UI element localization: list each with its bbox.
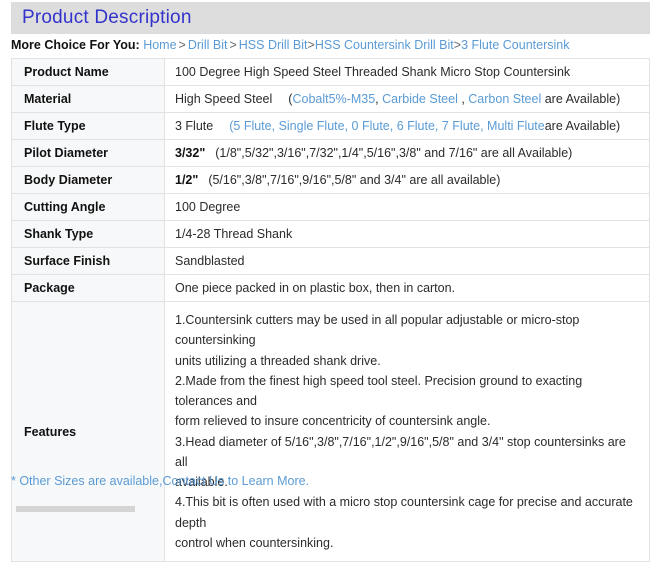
options-tail: are Available): [541, 92, 621, 106]
option-link[interactable]: 0 Flute: [352, 119, 390, 133]
table-row: Surface Finish Sandblasted: [11, 247, 650, 275]
spec-value-cell: Sandblasted: [164, 247, 650, 275]
spec-value-main: High Speed Steel: [175, 92, 273, 106]
option-separator: ,: [389, 119, 397, 133]
option-link[interactable]: 7 Flute: [442, 119, 480, 133]
section-header-band: Product Description: [11, 2, 650, 34]
features-value-cell: 1.Countersink cutters may be used in all…: [164, 301, 650, 562]
breadcrumb-link-1[interactable]: Home: [143, 38, 176, 52]
option-link[interactable]: Carbon Steel: [468, 92, 541, 106]
feature-line: control when countersinking.: [175, 535, 334, 550]
spec-label-cell: Shank Type: [11, 220, 165, 248]
feature-line: units utilizing a threaded shank drive.: [175, 353, 381, 368]
feature-line: 3.Head diameter of 5/16",3/8",7/16",1/2"…: [175, 434, 626, 469]
option-link[interactable]: Carbide Steel: [382, 92, 461, 106]
spec-label-cell: Cutting Angle: [11, 193, 165, 221]
breadcrumb-separator: >: [307, 38, 315, 52]
breadcrumb-link-5[interactable]: 3 Flute Countersink: [461, 38, 569, 52]
option-separator: ,: [271, 119, 279, 133]
table-row: Material High Speed Steel (Cobalt5%-M35, C…: [11, 85, 650, 113]
spec-value-main: 3 Flute: [175, 119, 214, 133]
spec-label-cell: Package: [11, 274, 165, 302]
table-row: Cutting Angle 100 Degree: [11, 193, 650, 221]
table-row: Flute Type 3 Flute (5 Flute, Single Flute,…: [11, 112, 650, 140]
spec-value-primary: 3/32": [175, 146, 206, 160]
spec-label-cell: Product Name: [11, 58, 165, 86]
footer-note: * Other Sizes are available,Contact Us t…: [11, 474, 309, 488]
spec-value-note: (1/8",5/32",3/16",7/32",1/4",5/16",3/8" …: [215, 146, 573, 160]
spec-value-cell: 100 Degree High Speed Steel Threaded Sha…: [164, 58, 650, 86]
breadcrumb-label: More Choice For You:: [11, 38, 140, 52]
option-link[interactable]: Single Flute: [279, 119, 345, 133]
spec-value-cell: High Speed Steel (Cobalt5%-M35, Carbide S…: [164, 85, 650, 113]
breadcrumb-link-2[interactable]: Drill Bit: [188, 38, 228, 52]
table-row: Pilot Diameter 3/32" (1/8",5/32",3/16",7/3…: [11, 139, 650, 167]
spec-label-cell: Material: [11, 85, 165, 113]
option-separator: ,: [344, 119, 352, 133]
table-row: Product Name 100 Degree High Speed Steel …: [11, 58, 650, 86]
option-link[interactable]: Cobalt5%-M35: [292, 92, 375, 106]
breadcrumb: More Choice For You: Home > Drill Bit > HSS …: [11, 38, 650, 52]
feature-line: form relieved to insure concentricity of…: [175, 414, 491, 429]
feature-line: 4.This bit is often used with a micro st…: [175, 495, 633, 530]
options-tail: are Available): [544, 119, 621, 133]
spec-value-primary: 1/2": [175, 173, 199, 187]
spec-value-cell: 1/2" (5/16",3/8",7/16",9/16",5/8" and 3/4…: [164, 166, 650, 194]
option-link[interactable]: 5 Flute: [233, 119, 271, 133]
breadcrumb-separator: >: [229, 38, 237, 52]
page-title: Product Description: [22, 7, 192, 28]
feature-line: 2.Made from the finest high speed tool s…: [175, 373, 583, 408]
features-label-cell: Features: [11, 301, 165, 562]
spec-value-cell: 3 Flute (5 Flute, Single Flute, 0 Flute, …: [164, 112, 650, 140]
spec-label-cell: Pilot Diameter: [11, 139, 165, 167]
spec-value-cell: 100 Degree: [164, 193, 650, 221]
option-separator: ,: [480, 119, 488, 133]
spec-value-note: (5/16",3/8",7/16",9/16",5/8" and 3/4" ar…: [208, 173, 501, 187]
breadcrumb-links: Home > Drill Bit > HSS Drill Bit>HSS Counter…: [143, 38, 569, 52]
table-row-features: Features 1.Countersink cutters may be use…: [11, 301, 650, 562]
spec-label-cell: Body Diameter: [11, 166, 165, 194]
option-link[interactable]: 6 Flute: [397, 119, 435, 133]
breadcrumb-link-4[interactable]: HSS Countersink Drill Bit: [315, 38, 454, 52]
other-sizes-link[interactable]: * Other Sizes are available,Contact Us t…: [11, 474, 309, 488]
spec-value-cell: 1/4-28 Thread Shank: [164, 220, 650, 248]
spec-label-cell: Flute Type: [11, 112, 165, 140]
spec-value-cell: One piece packed in on plastic box, then…: [164, 274, 650, 302]
spec-label-cell: Surface Finish: [11, 247, 165, 275]
option-separator: ,: [434, 119, 442, 133]
table-row: Package One piece packed in on plastic bo…: [11, 274, 650, 302]
spec-value-cell: 3/32" (1/8",5/32",3/16",7/32",1/4",5/16",…: [164, 139, 650, 167]
bottom-progress-bar: [16, 506, 135, 512]
breadcrumb-separator: >: [453, 38, 462, 52]
table-row: Body Diameter 1/2" (5/16",3/8",7/16",9/16"…: [11, 166, 650, 194]
breadcrumb-separator: >: [178, 38, 186, 52]
option-link[interactable]: Multi Flute: [487, 119, 545, 133]
breadcrumb-link-3[interactable]: HSS Drill Bit: [239, 38, 308, 52]
feature-line: 1.Countersink cutters may be used in all…: [175, 313, 580, 348]
table-row: Shank Type 1/4-28 Thread Shank: [11, 220, 650, 248]
product-description-page: Product Description More Choice For You:…: [0, 0, 662, 562]
